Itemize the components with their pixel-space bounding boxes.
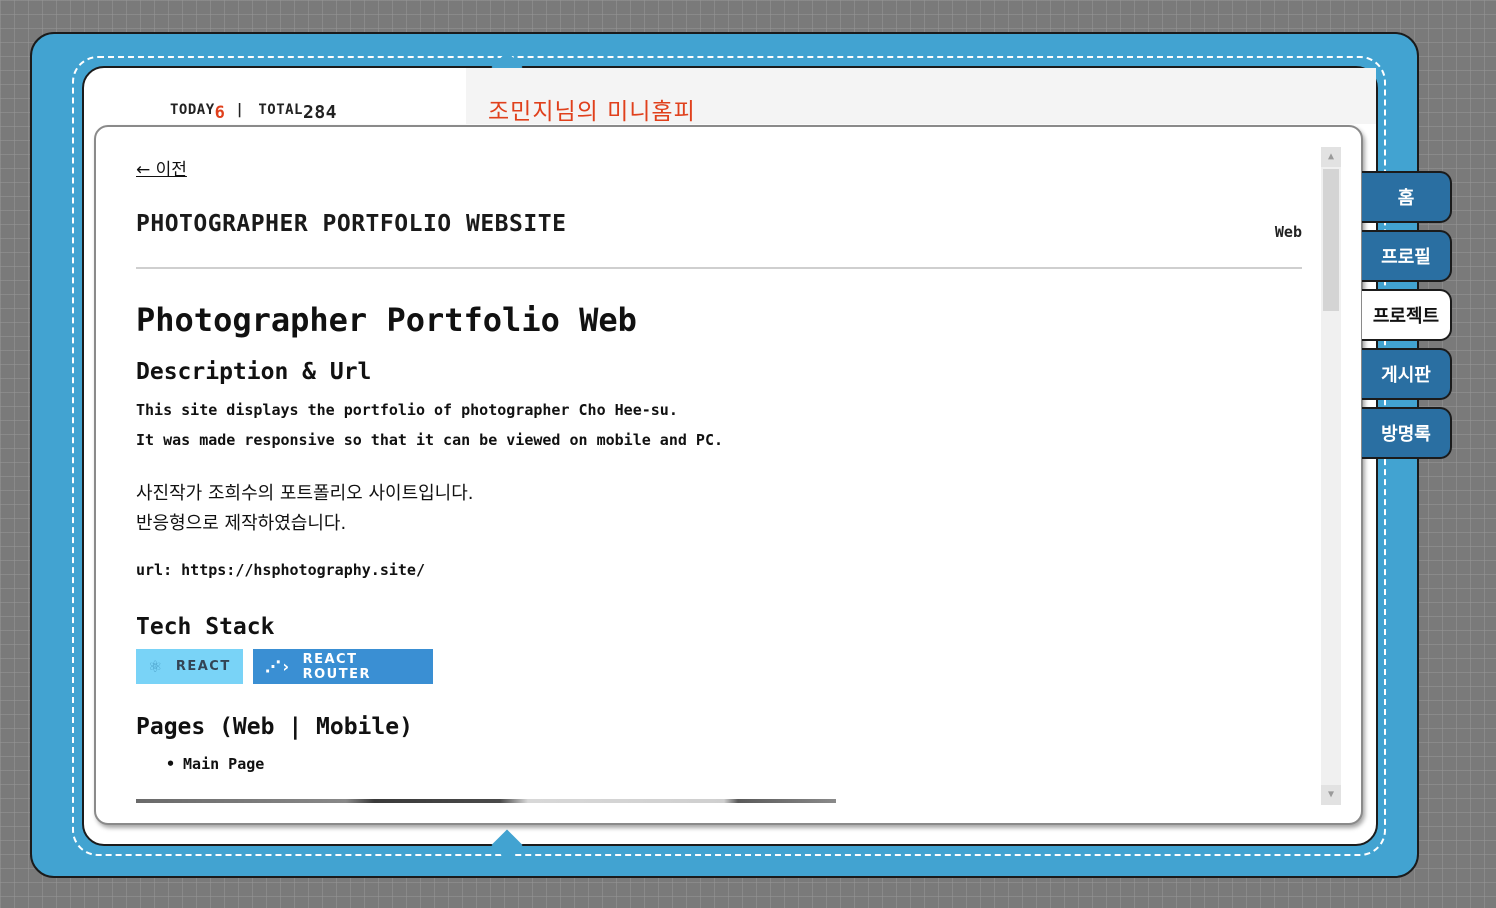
project-title: PHOTOGRAPHER PORTFOLIO WEBSITE [136,211,567,237]
description-heading: Description & Url [136,359,372,385]
scroll-up-arrow-icon[interactable]: ▲ [1321,147,1341,167]
tab-board[interactable]: 게시판 [1362,348,1452,400]
visitor-counter: TODAY6 | TOTAL284 [170,98,337,123]
total-count: 284 [303,102,338,123]
react-atom-icon: ⚛ [148,657,164,676]
description-ko-line-2: 반응형으로 제작하였습니다. [136,513,347,534]
react-router-icon: ⋰› [265,657,291,676]
project-url[interactable]: url: https://hsphotography.site/ [136,561,425,579]
scroll-thumb[interactable] [1323,169,1339,311]
tab-guestbook[interactable]: 방명록 [1362,407,1452,459]
tech-badge-label: REACT [175,659,231,674]
description-ko-line-1: 사진작가 조희수의 포트폴리오 사이트입니다. [136,483,474,504]
pages-heading: Pages (Web | Mobile) [136,714,413,740]
today-label: TODAY [170,102,215,118]
vertical-scrollbar[interactable]: ▲ ▼ [1321,147,1341,805]
screenshot-image [136,799,836,803]
tech-stack-heading: Tech Stack [136,614,275,640]
tab-profile[interactable]: 프로필 [1362,230,1452,282]
scroll-down-arrow-icon[interactable]: ▼ [1321,785,1341,805]
readme-heading: Photographer Portfolio Web [136,301,637,339]
description-en-line-2: It was made responsive so that it can be… [136,431,723,449]
description-en-line-1: This site displays the portfolio of phot… [136,401,678,419]
tab-project[interactable]: 프로젝트 [1362,289,1452,341]
tech-badge-label: REACT ROUTER [302,651,371,682]
project-detail-panel: ← 이전 PHOTOGRAPHER PORTFOLIO WEBSITE Web … [94,125,1363,825]
tech-badge-react-router: ⋰› REACT ROUTER [253,649,433,684]
back-link[interactable]: ← 이전 [136,155,187,180]
project-category: Web [1274,223,1302,241]
today-count: 6 [214,103,226,123]
counter-separator: | [235,102,245,118]
total-label: TOTAL [258,102,303,118]
tech-badge-react: ⚛ REACT [136,649,243,684]
list-item: Main Page [166,755,264,773]
header-divider [136,267,1302,269]
homepage-title: 조민지님의 미니홈피 [488,99,696,125]
tab-home[interactable]: 홈 [1362,171,1452,223]
